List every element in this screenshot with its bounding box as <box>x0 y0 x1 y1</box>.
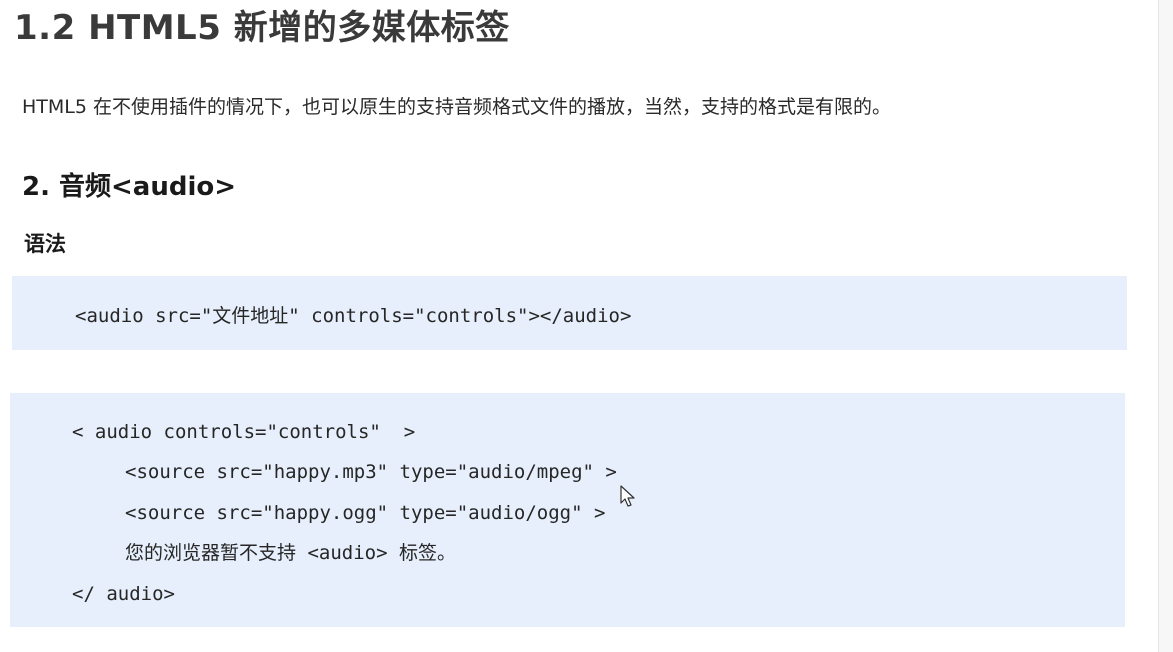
example-code-block: < audio controls="controls" > <source sr… <box>10 393 1125 627</box>
code-line: <source src="happy.ogg" type="audio/ogg"… <box>125 502 606 524</box>
code-line: </ audio> <box>72 583 175 605</box>
syntax-label: 语法 <box>24 232 66 256</box>
code-line: 您的浏览器暂不支持 <audio> 标签。 <box>125 542 456 564</box>
code-line: <source src="happy.mp3" type="audio/mpeg… <box>125 461 617 483</box>
syntax-code-block: <audio src="文件地址" controls="controls"></… <box>12 276 1127 350</box>
mouse-pointer-icon <box>620 485 635 507</box>
section-heading-audio: 2. 音频<audio> <box>22 172 237 202</box>
code-line: < audio controls="controls" > <box>72 421 416 443</box>
intro-paragraph: HTML5 在不使用插件的情况下，也可以原生的支持音频格式文件的播放，当然，支持… <box>22 96 892 118</box>
scrollbar[interactable] <box>1158 0 1173 652</box>
code-line: <audio src="文件地址" controls="controls"></… <box>75 305 632 327</box>
document-page: 1.2 HTML5 新增的多媒体标签 HTML5 在不使用插件的情况下，也可以原… <box>0 0 1173 652</box>
page-title: 1.2 HTML5 新增的多媒体标签 <box>14 8 510 48</box>
